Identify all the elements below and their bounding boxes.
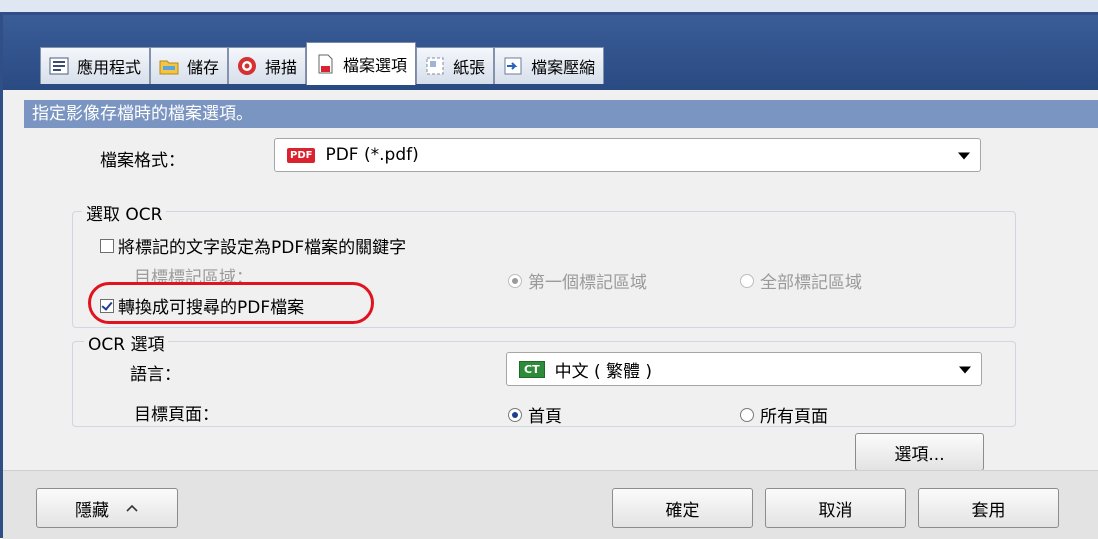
hide-button-label: 隱藏 — [75, 500, 109, 521]
tab-label: 儲存 — [187, 58, 220, 77]
language-icon: CT — [519, 360, 545, 378]
file-icon — [315, 54, 335, 74]
all-areas-option[interactable]: 全部標記區域 — [740, 268, 862, 293]
ok-button[interactable]: 確定 — [612, 488, 753, 528]
all-areas-label: 全部標記區域 — [760, 273, 862, 293]
paper-icon — [425, 56, 445, 76]
window-top-band — [0, 0, 1098, 12]
all-pages-option[interactable]: 所有頁面 — [740, 402, 828, 427]
all-areas-radio[interactable] — [740, 273, 754, 288]
keyword-checkbox-label: 將標記的文字設定為PDF檔案的關鍵字 — [118, 238, 407, 258]
first-area-radio[interactable] — [508, 273, 522, 288]
chevron-up-icon — [125, 498, 139, 518]
options-button[interactable]: 選項... — [855, 433, 984, 471]
folder-icon — [159, 56, 179, 76]
cancel-button[interactable]: 取消 — [765, 488, 906, 528]
chevron-down-icon — [959, 366, 971, 374]
language-value: 中文 ( 繁體 ) — [554, 361, 653, 382]
tab-save[interactable]: 儲存 — [150, 47, 229, 84]
scan-icon — [237, 56, 257, 76]
ocr-select-title: 選取 OCR — [82, 200, 167, 225]
compress-icon — [503, 56, 523, 76]
tab-compression[interactable]: 檔案壓縮 — [494, 47, 605, 84]
tab-scan[interactable]: 掃描 — [228, 47, 307, 84]
tab-label: 掃描 — [265, 58, 298, 77]
first-page-label: 首頁 — [528, 407, 562, 427]
target-page-label: 目標頁面： — [134, 405, 219, 425]
file-format-select[interactable]: PDF PDF (*.pdf) — [274, 138, 981, 172]
chevron-down-icon — [958, 152, 970, 160]
tab-label: 紙張 — [453, 58, 486, 77]
highlight-annotation — [88, 282, 374, 324]
apply-button[interactable]: 套用 — [918, 488, 1059, 528]
tab-file-options[interactable]: 檔案選項 — [306, 42, 417, 85]
tab-label: 檔案選項 — [343, 56, 408, 75]
hide-button[interactable]: 隱藏 — [36, 488, 178, 528]
file-format-value: PDF (*.pdf) — [325, 145, 419, 165]
app-list-icon — [49, 56, 69, 76]
language-select[interactable]: CT 中文 ( 繁體 ) — [506, 352, 982, 386]
language-label: 語言： — [130, 365, 181, 385]
file-format-label: 檔案格式： — [100, 151, 185, 171]
tab-label: 檔案壓縮 — [531, 58, 596, 77]
tab-bar: 應用程式 儲存 掃描 檔案選項 紙張 檔案壓縮 — [40, 42, 605, 85]
all-pages-label: 所有頁面 — [760, 407, 828, 427]
first-page-radio[interactable] — [508, 407, 522, 422]
section-header: 指定影像存檔時的檔案選項。 — [24, 100, 1098, 128]
first-area-option[interactable]: 第一個標記區域 — [508, 268, 647, 293]
all-pages-radio[interactable] — [740, 407, 754, 422]
tab-paper[interactable]: 紙張 — [416, 47, 495, 84]
ocr-options-title: OCR 選項 — [84, 330, 169, 355]
tab-label: 應用程式 — [77, 58, 142, 77]
keyword-checkbox[interactable] — [100, 238, 114, 253]
first-page-option[interactable]: 首頁 — [508, 402, 562, 427]
pdf-icon: PDF — [287, 147, 316, 163]
first-area-label: 第一個標記區域 — [528, 273, 647, 293]
tab-application[interactable]: 應用程式 — [40, 47, 151, 84]
keyword-checkbox-row[interactable]: 將標記的文字設定為PDF檔案的關鍵字 — [100, 233, 406, 258]
